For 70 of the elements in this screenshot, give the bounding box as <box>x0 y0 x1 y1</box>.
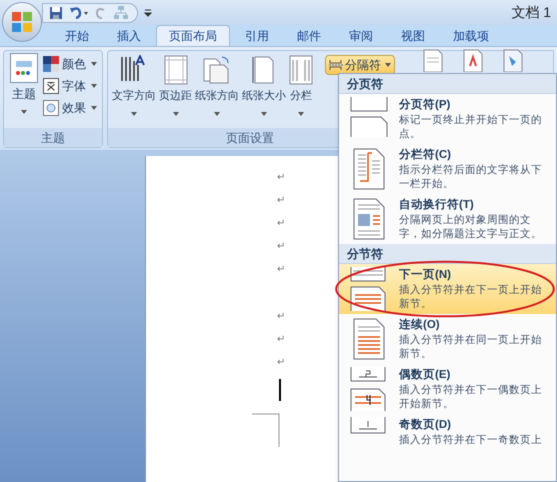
menu-item[interactable]: 自动换行符(T) 分隔网页上的对象周围的文字，如分隔题注文字与正文。 <box>339 194 556 244</box>
paragraph-mark: ↵ <box>277 263 285 277</box>
menu-item[interactable]: 连续(O) 插入分节符并在同一页上开始新节。 <box>339 314 556 364</box>
caret-icon <box>91 106 97 110</box>
ribbon-tab[interactable]: 开始 <box>52 25 102 46</box>
fonts-icon <box>43 78 59 94</box>
menu-item-description: 指示分栏符后面的文字将从下一栏开始。 <box>399 163 543 191</box>
ribbon-tab[interactable]: 视图 <box>388 25 438 46</box>
margin-corner-mark <box>252 413 280 447</box>
page-setup-button[interactable]: 纸张大小 <box>241 53 287 128</box>
redo-icon[interactable] <box>95 6 107 20</box>
menu-item[interactable]: 分栏符(C) 指示分栏符后面的文字将从下一栏开始。 <box>339 144 556 194</box>
caret-icon <box>21 110 27 114</box>
breaks-icon <box>329 59 343 71</box>
paragraph-mark: ↵ <box>277 240 285 254</box>
page-setup-button[interactable]: 分栏 <box>288 53 314 128</box>
menu-item-title: 奇数页(D) <box>399 418 452 433</box>
text-cursor <box>279 379 281 401</box>
paragraph-mark: ↵ <box>277 356 285 370</box>
menu-section-heading: 分页符 <box>339 74 556 94</box>
ribbon-tab[interactable]: 插入 <box>104 25 154 46</box>
menu-item-description: 插入分节符并在同一页上开始新节。 <box>399 333 543 361</box>
theme-option-button[interactable]: 字体 <box>43 76 99 95</box>
ribbon-tab[interactable]: 页面布局 <box>156 25 230 46</box>
menu-item-description: 插入分节符并在下一奇数页上 <box>399 433 543 447</box>
page-setup-button[interactable]: 页边距 <box>158 53 193 128</box>
margins-icon <box>164 53 188 85</box>
menu-item-description: 分隔网页上的对象周围的文字，如分隔题注文字与正文。 <box>399 213 543 241</box>
menu-item[interactable]: 奇数页(D) 插入分节符并在下一奇数页上 <box>339 414 556 450</box>
menu-item-title: 分栏符(C) <box>399 148 452 163</box>
menu-item-description: 插入分节符并在下一页上开始新节。 <box>399 283 543 311</box>
paragraph-mark: ↵ <box>277 310 285 324</box>
diagram-icon[interactable] <box>113 4 129 20</box>
menu-item-title: 自动换行符(T) <box>399 197 475 213</box>
paragraph-mark: ↵ <box>277 194 285 208</box>
menu-item-description: 插入分节符并在下一偶数页上开始新节。 <box>399 383 543 411</box>
caret-icon <box>91 84 97 88</box>
menu-item-title: 分页符(P) <box>399 98 452 113</box>
colors-icon <box>43 56 59 72</box>
effects-icon <box>43 100 59 116</box>
themes-icon <box>10 53 38 83</box>
ribbon-tab[interactable]: 加载项 <box>440 25 502 46</box>
group-label: 主题 <box>4 128 102 147</box>
ribbon-tab[interactable]: 邮件 <box>284 25 334 46</box>
menu-section-heading: 分节符 <box>339 244 556 264</box>
theme-option-button[interactable]: 颜色 <box>43 54 99 73</box>
menu-item-title: 连续(O) <box>399 317 441 333</box>
undo-icon[interactable] <box>69 6 89 20</box>
customize-caret-icon[interactable] <box>144 8 152 16</box>
ribbon-tab[interactable]: 引用 <box>232 25 282 46</box>
caret-icon <box>385 63 391 67</box>
menu-item[interactable]: 偶数页(E) 插入分节符并在下一偶数页上开始新节。 <box>339 364 556 414</box>
columns-icon <box>289 53 313 85</box>
office-logo-icon <box>10 10 34 34</box>
paragraph-mark: ↵ <box>277 333 285 347</box>
office-logo-button[interactable] <box>2 2 42 42</box>
paragraph-mark: ↵ <box>277 217 285 231</box>
ribbon-tab[interactable]: 审阅 <box>336 25 386 46</box>
theme-option-button[interactable]: 效果 <box>43 98 99 117</box>
save-icon[interactable] <box>49 6 63 20</box>
menu-item-title: 偶数页(E) <box>399 368 452 383</box>
window-title: 文档 1 <box>511 3 551 22</box>
page-setup-button[interactable]: 纸张方向 <box>194 53 240 128</box>
caret-icon <box>91 62 97 66</box>
paragraph-mark: ↵ <box>277 171 285 185</box>
page-setup-button[interactable]: 文字方向 <box>111 53 157 128</box>
breaks-button[interactable]: 分隔符 <box>325 55 395 75</box>
menu-item[interactable]: 下一页(N) 插入分节符并在下一页上开始新节。 <box>339 264 556 314</box>
themes-button[interactable]: 主题 <box>7 53 41 128</box>
menu-item-title: 下一页(N) <box>399 268 452 283</box>
